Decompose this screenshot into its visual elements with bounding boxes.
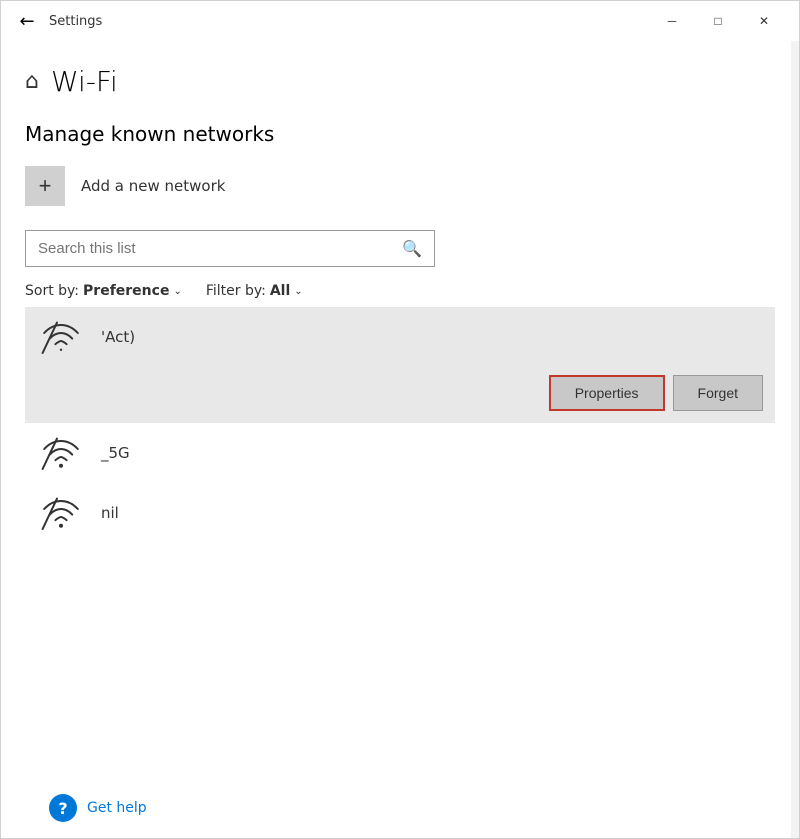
sort-by-text: Sort by: [25,283,79,299]
page-title: Wi-Fi [51,65,118,98]
content-area: ⌂ Wi-Fi Manage known networks + Add a ne… [1,41,799,838]
filter-label: Filter by: All ⌄ [206,283,303,299]
maximize-button[interactable]: □ [695,5,741,37]
add-network-row: + Add a new network [25,166,775,206]
add-network-button[interactable]: + [25,166,65,206]
network-name-2: nil [101,504,763,522]
network-name-1: _5G [101,444,763,462]
sort-label: Sort by: Preference ⌄ [25,283,182,299]
search-icon: 🔍 [402,239,422,258]
filter-chevron-icon[interactable]: ⌄ [294,286,302,297]
footer: ? Get help [25,778,775,838]
minimize-button[interactable]: ─ [649,5,695,37]
network-list: 'Act) Properties Forget [25,307,775,543]
wifi-icon-1 [37,433,85,473]
network-item-2[interactable]: nil [25,483,775,543]
network-name-0: 'Act) [101,328,763,346]
title-bar: ← Settings ─ □ ✕ [1,1,799,41]
search-input[interactable] [38,240,402,257]
network-item-main-2: nil [25,483,775,543]
page-header: ⌂ Wi-Fi [25,65,775,98]
back-button[interactable]: ← [13,7,41,35]
search-box[interactable]: 🔍 [25,230,435,267]
settings-window: ← Settings ─ □ ✕ ⌂ Wi-Fi Manage known ne… [0,0,800,839]
filter-by-text: Filter by: [206,283,266,299]
network-item-0[interactable]: 'Act) Properties Forget [25,307,775,423]
window-title: Settings [49,14,649,29]
help-icon: ? [49,794,77,822]
forget-button[interactable]: Forget [673,375,763,411]
network-item-main-1: _5G [25,423,775,483]
close-button[interactable]: ✕ [741,5,787,37]
window-controls: ─ □ ✕ [649,5,787,37]
wifi-icon-0 [37,317,85,357]
wifi-icon-2 [37,493,85,533]
network-buttons-0: Properties Forget [25,367,775,423]
sort-chevron-icon[interactable]: ⌄ [173,286,181,297]
properties-button[interactable]: Properties [549,375,665,411]
add-network-label: Add a new network [81,177,225,195]
sort-filter-row: Sort by: Preference ⌄ Filter by: All ⌄ [25,283,775,299]
sort-value[interactable]: Preference [83,283,169,299]
section-title: Manage known networks [25,122,775,146]
network-item-main-0: 'Act) [25,307,775,367]
network-item-1[interactable]: _5G [25,423,775,483]
home-icon: ⌂ [25,69,39,94]
filter-value[interactable]: All [270,283,290,299]
get-help-link[interactable]: Get help [87,800,147,816]
